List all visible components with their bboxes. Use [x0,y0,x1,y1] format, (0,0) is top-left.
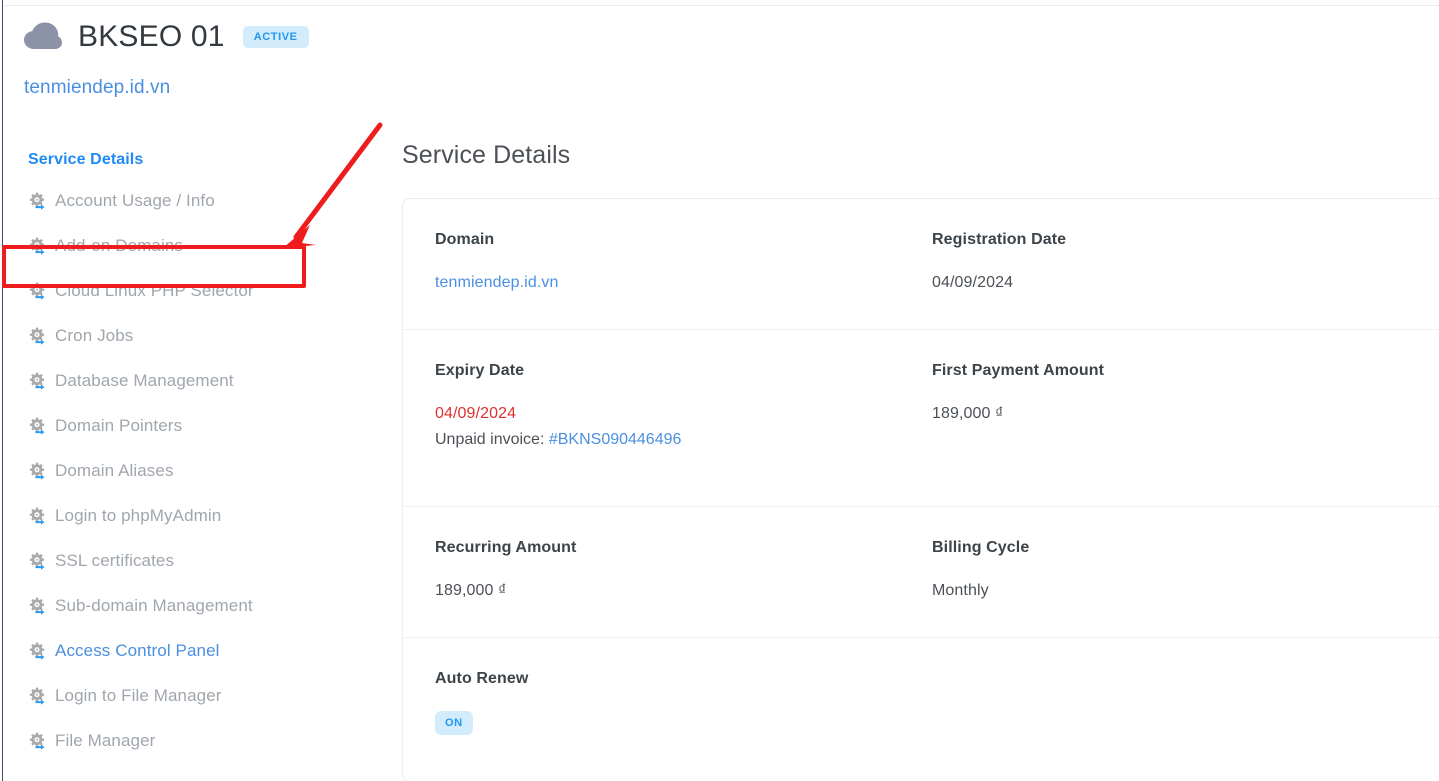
sidebar-item-label: Add-on Domains [55,235,184,255]
page-root: BKSEO 01 ACTIVE tenmiendep.id.vn Service… [0,0,1439,781]
sidebar-item-label: Access Control Panel [55,640,220,660]
detail-cell: Registration Date 04/09/2024 [932,229,1429,295]
sidebar-item-list: Account Usage / Info Add-on Domains Cloud … [4,178,376,763]
detail-cell: Recurring Amount 189,000 ₫ [435,537,932,603]
detail-row: Recurring Amount 189,000 ₫ Billing Cycle Mo… [403,507,1439,638]
detail-value: tenmiendep.id.vn [435,271,914,295]
detail-value: 189,000 ₫ [435,582,507,599]
gear-arrow-icon [29,237,45,255]
gear-arrow-icon [29,507,45,525]
gear-arrow-icon [29,282,45,300]
sidebar-item-cloud-linux-php-selector[interactable]: Cloud Linux PHP Selector [4,268,376,313]
invoice-link[interactable]: #BKNS090446496 [549,431,682,448]
sidebar-item-account-usage-info[interactable]: Account Usage / Info [4,178,376,223]
main-content: Service Details Domain tenmiendep.id.vn Re… [402,140,1439,781]
detail-row: Domain tenmiendep.id.vn Registration Date 0… [403,199,1439,330]
page-title: BKSEO 01 [78,20,225,53]
detail-row: Auto Renew ON [403,638,1439,781]
sidebar-item-add-on-domains[interactable]: Add-on Domains [4,223,376,268]
sidebar-item-access-control-panel[interactable]: Access Control Panel [4,628,376,673]
detail-value: 189,000 ₫ [932,405,1004,422]
gear-arrow-icon [29,642,45,660]
gear-arrow-icon [29,597,45,615]
sidebar-item-label: Cloud Linux PHP Selector [55,280,254,300]
unpaid-invoice-label: Unpaid invoice: [435,431,549,448]
detail-cell: Domain tenmiendep.id.vn [435,229,932,295]
detail-value: Monthly [932,582,989,599]
page-header: BKSEO 01 ACTIVE tenmiendep.id.vn [24,14,1404,99]
gear-arrow-icon [29,732,45,750]
sidebar-item-domain-pointers[interactable]: Domain Pointers [4,403,376,448]
detail-label: Domain [435,231,495,248]
viewport-left-edge [0,0,3,781]
sidebar-item-label: SSL certificates [55,550,175,570]
detail-cell: Auto Renew ON [435,668,932,735]
domain-link[interactable]: tenmiendep.id.vn [435,274,558,291]
gear-arrow-icon [29,462,45,480]
gear-arrow-icon [29,687,45,705]
detail-cell [932,668,1429,735]
header-domain-link[interactable]: tenmiendep.id.vn [24,77,170,99]
sidebar-heading: Service Details [28,151,144,168]
gear-arrow-icon [29,552,45,570]
gear-arrow-icon [29,327,45,345]
detail-label: Registration Date [932,231,1067,248]
sidebar-item-cron-jobs[interactable]: Cron Jobs [4,313,376,358]
top-divider [4,5,1439,6]
sidebar: Service Details Account Usage / Info Add-… [4,150,376,763]
detail-value: 04/09/2024 [932,274,1014,291]
gear-arrow-icon [29,417,45,435]
sidebar-item-label: File Manager [55,730,156,750]
sidebar-item-ssl-certificates[interactable]: SSL certificates [4,538,376,583]
detail-label: Recurring Amount [435,539,577,556]
title-row: BKSEO 01 ACTIVE [24,14,1404,60]
status-badge: ACTIVE [242,26,309,48]
cloud-icon [24,22,62,49]
service-details-card: Domain tenmiendep.id.vn Registration Date 0… [402,198,1439,781]
sidebar-item-login-to-phpmyadmin[interactable]: Login to phpMyAdmin [4,493,376,538]
detail-label: Auto Renew [435,670,529,687]
sidebar-item-label: Cron Jobs [55,325,134,345]
detail-label: First Payment Amount [932,362,1105,379]
sidebar-item-label: Domain Pointers [55,415,183,435]
sidebar-item-file-manager[interactable]: File Manager [4,718,376,763]
gear-arrow-icon [29,192,45,210]
sidebar-item-label: Account Usage / Info [55,190,215,210]
detail-cell: Billing Cycle Monthly [932,537,1429,603]
gear-arrow-icon [29,372,45,390]
sidebar-item-login-to-file-manager[interactable]: Login to File Manager [4,673,376,718]
detail-value: ON [435,710,914,735]
section-title: Service Details [402,141,571,169]
sidebar-item-sub-domain-management[interactable]: Sub-domain Management [4,583,376,628]
detail-label: Billing Cycle [932,539,1030,556]
sidebar-item-label: Domain Aliases [55,460,174,480]
sidebar-item-database-management[interactable]: Database Management [4,358,376,403]
detail-cell: First Payment Amount 189,000 ₫ [932,360,1429,452]
sidebar-item-label: Sub-domain Management [55,595,253,615]
auto-renew-badge[interactable]: ON [435,711,473,735]
unpaid-invoice-line: Unpaid invoice: #BKNS090446496 [435,428,914,452]
sidebar-item-label: Database Management [55,370,234,390]
detail-cell: Expiry Date 04/09/2024 Unpaid invoice: #BK… [435,360,932,452]
sidebar-item-label: Login to File Manager [55,685,222,705]
detail-row: Expiry Date 04/09/2024 Unpaid invoice: #BK… [403,330,1439,507]
detail-label: Expiry Date [435,362,525,379]
sidebar-item-label: Login to phpMyAdmin [55,505,222,525]
detail-value: 04/09/2024 [435,405,517,422]
sidebar-item-domain-aliases[interactable]: Domain Aliases [4,448,376,493]
